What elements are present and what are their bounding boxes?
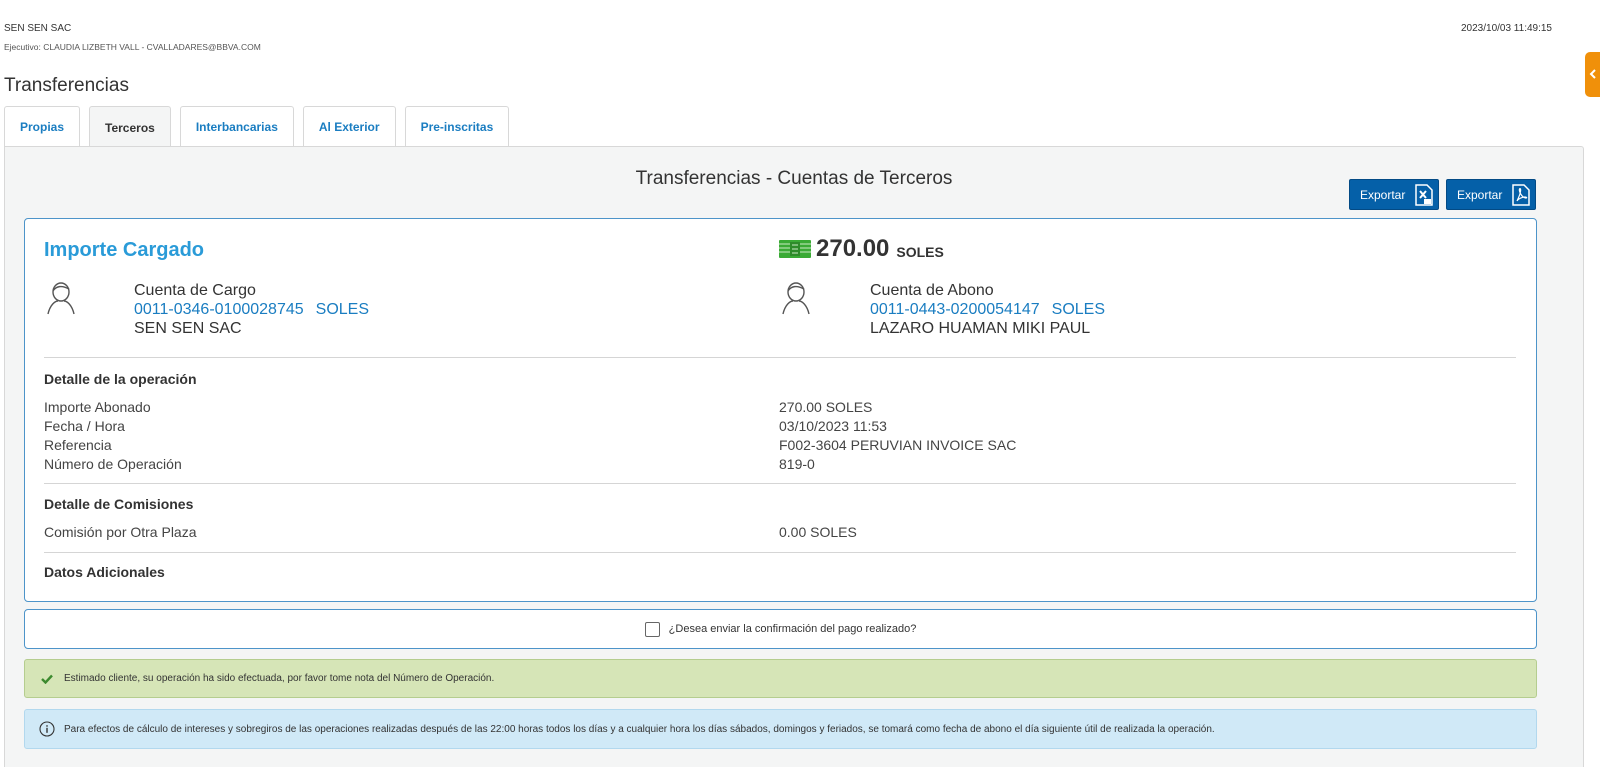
detail-value-numero-operacion: 819-0: [779, 456, 815, 472]
company-name: SEN SEN SAC: [4, 23, 72, 34]
excel-file-icon: [1415, 183, 1434, 206]
transfer-tabs: Propias Terceros Interbancarias Al Exter…: [4, 106, 518, 148]
cuenta-cargo-label: Cuenta de Cargo: [134, 282, 256, 299]
divider: [44, 357, 1516, 358]
detail-label-fecha-hora: Fecha / Hora: [44, 418, 125, 434]
export-excel-button[interactable]: Exportar: [1349, 179, 1439, 210]
amount-value: 270.00: [816, 235, 890, 262]
cuenta-cargo-block: Cuenta de Cargo 0011-0346-0100028745 SOLE…: [134, 281, 369, 338]
user-icon: [44, 280, 78, 316]
page-title: Transferencias: [4, 75, 129, 96]
detail-label-importe-abonado: Importe Abonado: [44, 399, 151, 415]
divider: [44, 483, 1516, 484]
commission-label-otra-plaza: Comisión por Otra Plaza: [44, 524, 197, 540]
session-datetime: 2023/10/03 11:49:15: [1460, 23, 1552, 34]
export-pdf-label: Exportar: [1457, 187, 1503, 202]
check-icon: [41, 674, 53, 684]
cuenta-abono-block: Cuenta de Abono 0011-0443-0200054147 SOLE…: [870, 281, 1105, 338]
tab-al-exterior[interactable]: Al Exterior: [302, 106, 396, 147]
send-confirmation-label[interactable]: ¿Desea enviar la confirmación del pago r…: [669, 623, 917, 635]
transfer-panel: Transferencias - Cuentas de Terceros Exp…: [4, 146, 1584, 767]
cuenta-cargo-number[interactable]: 0011-0346-0100028745 SOLES: [134, 300, 369, 319]
tab-terceros[interactable]: Terceros: [89, 106, 171, 148]
cuenta-cargo-account-number: 0011-0346-0100028745: [134, 301, 304, 318]
side-panel-toggle[interactable]: [1585, 52, 1600, 97]
cuenta-cargo-holder: SEN SEN SAC: [134, 320, 242, 337]
export-pdf-button[interactable]: Exportar: [1446, 179, 1536, 210]
detail-label-numero-operacion: Número de Operación: [44, 456, 182, 472]
cuenta-abono-holder: LAZARO HUAMAN MIKI PAUL: [870, 320, 1091, 337]
confirmation-box: ¿Desea enviar la confirmación del pago r…: [24, 609, 1537, 649]
cuenta-abono-currency: SOLES: [1051, 301, 1105, 318]
detalle-comisiones-title: Detalle de Comisiones: [44, 496, 194, 512]
cuenta-abono-account-number: 0011-0443-0200054147: [870, 301, 1040, 318]
amount-display: 270.00 SOLES: [778, 235, 944, 263]
divider: [44, 552, 1516, 553]
info-message: Para efectos de cálculo de intereses y s…: [64, 723, 1215, 735]
pdf-file-icon: [1512, 183, 1531, 206]
tab-propias[interactable]: Propias: [4, 106, 81, 147]
export-excel-label: Exportar: [1360, 187, 1406, 202]
money-icon: [778, 239, 812, 259]
send-confirmation-checkbox[interactable]: [644, 621, 660, 637]
importe-cargado-label: Importe Cargado: [44, 239, 205, 261]
operation-summary-card: Importe Cargado 270.00 SOLES Cuenta de C…: [24, 218, 1537, 602]
commission-value-otra-plaza: 0.00 SOLES: [779, 524, 857, 540]
detail-value-fecha-hora: 03/10/2023 11:53: [779, 418, 887, 434]
chevron-left-icon: [1589, 66, 1597, 84]
tab-interbancarias[interactable]: Interbancarias: [179, 106, 294, 147]
detalle-operacion-title: Detalle de la operación: [44, 371, 197, 387]
cuenta-abono-label: Cuenta de Abono: [870, 282, 994, 299]
detail-label-referencia: Referencia: [44, 437, 112, 453]
tab-pre-inscritas[interactable]: Pre-inscritas: [404, 106, 510, 147]
cuenta-cargo-currency: SOLES: [315, 301, 369, 318]
user-icon: [779, 280, 813, 316]
detail-value-referencia: F002-3604 PERUVIAN INVOICE SAC: [779, 437, 1017, 453]
cuenta-abono-number[interactable]: 0011-0443-0200054147 SOLES: [870, 300, 1105, 319]
success-alert: Estimado cliente, su operación ha sido e…: [24, 659, 1537, 698]
amount-currency: SOLES: [896, 244, 944, 260]
info-circle-icon: [39, 721, 55, 737]
info-alert: Para efectos de cálculo de intereses y s…: [24, 709, 1537, 749]
executive-info: Ejecutivo: CLAUDIA LIZBETH VALL - CVALLA…: [4, 42, 261, 52]
panel-title: Transferencias - Cuentas de Terceros: [635, 168, 953, 189]
datos-adicionales-title: Datos Adicionales: [44, 564, 165, 580]
detail-value-importe-abonado: 270.00 SOLES: [779, 399, 873, 415]
success-message: Estimado cliente, su operación ha sido e…: [64, 673, 495, 684]
